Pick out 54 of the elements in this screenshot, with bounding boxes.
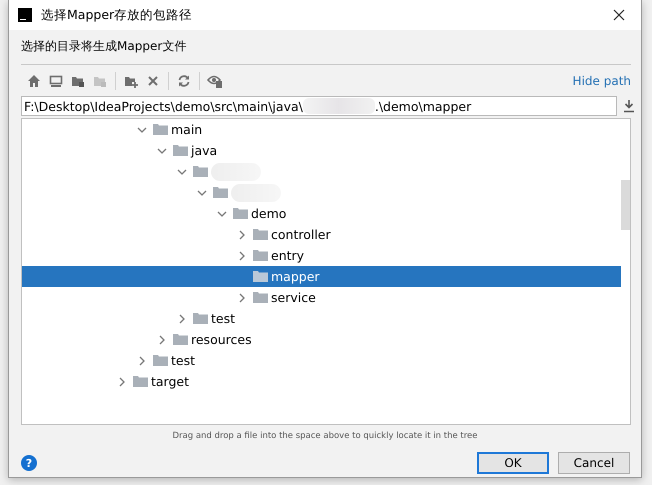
home-icon[interactable] bbox=[27, 74, 41, 88]
folder-icon bbox=[153, 355, 168, 366]
dialog-description: 选择的目录将生成Mapper文件 bbox=[21, 38, 188, 55]
tree-row[interactable]: controller bbox=[22, 224, 621, 245]
close-icon bbox=[613, 9, 625, 21]
folder-name: demo bbox=[251, 206, 286, 221]
window-title: 选择Mapper存放的包路径 bbox=[41, 6, 194, 24]
tree-row[interactable]: test bbox=[22, 308, 621, 329]
folder-icon bbox=[233, 208, 248, 219]
folder-icon bbox=[213, 187, 228, 198]
monitor-icon[interactable] bbox=[49, 74, 63, 88]
tree-row[interactable]: entry bbox=[22, 245, 621, 266]
app-logo-icon bbox=[18, 8, 32, 22]
new-folder-icon[interactable] bbox=[124, 74, 138, 88]
folder-name: controller bbox=[271, 227, 331, 242]
scrollbar-thumb[interactable] bbox=[621, 180, 630, 230]
folder-name: target bbox=[151, 374, 190, 389]
folder-icon bbox=[153, 124, 168, 135]
folder-icon bbox=[193, 313, 208, 324]
help-button[interactable]: ? bbox=[21, 455, 37, 471]
tree-row[interactable]: test bbox=[22, 350, 621, 371]
tree-row[interactable]: service bbox=[22, 287, 621, 308]
dialog-button[interactable]: OK bbox=[477, 452, 549, 474]
folder-icon bbox=[253, 292, 268, 303]
close-icon[interactable] bbox=[147, 75, 159, 87]
folder-name: resources bbox=[191, 332, 252, 347]
folder-name: test bbox=[171, 353, 196, 368]
path-field[interactable]: F:\Desktop\IdeaProjects\demo\src\main\java\ .\demo\mapper bbox=[21, 96, 617, 116]
dialog-button[interactable]: Cancel bbox=[558, 452, 630, 474]
folder-name: mapper bbox=[271, 269, 320, 284]
folder-icon bbox=[253, 229, 268, 240]
refresh-icon[interactable] bbox=[177, 74, 191, 88]
tree-row[interactable]: target bbox=[22, 371, 621, 392]
folder-name: java bbox=[191, 143, 218, 158]
folder-icon bbox=[133, 376, 148, 387]
folder-name: service bbox=[271, 290, 316, 305]
tree-row[interactable]: mapper bbox=[22, 266, 621, 287]
folder-name: main bbox=[171, 122, 202, 137]
folder-icon bbox=[253, 271, 268, 282]
folder-icon bbox=[173, 334, 188, 345]
hint-text: Drag and drop a file into the space above to quickly locate it in the tree bbox=[171, 431, 478, 441]
folder-name: test bbox=[211, 311, 236, 326]
tree-row[interactable]: main bbox=[22, 119, 621, 140]
folder-icon bbox=[193, 166, 208, 177]
folder-name: entry bbox=[271, 248, 304, 263]
folder-icon[interactable] bbox=[71, 74, 85, 88]
eye-icon[interactable] bbox=[207, 74, 223, 88]
hide-path-link[interactable]: Hide path bbox=[572, 74, 631, 88]
download-icon[interactable] bbox=[623, 99, 635, 113]
tree-row[interactable]: demo bbox=[22, 203, 621, 224]
folder-icon bbox=[173, 145, 188, 156]
folder-icon bbox=[253, 250, 268, 261]
tree-row[interactable]: java bbox=[22, 140, 621, 161]
tree-row[interactable]: resources bbox=[22, 329, 621, 350]
